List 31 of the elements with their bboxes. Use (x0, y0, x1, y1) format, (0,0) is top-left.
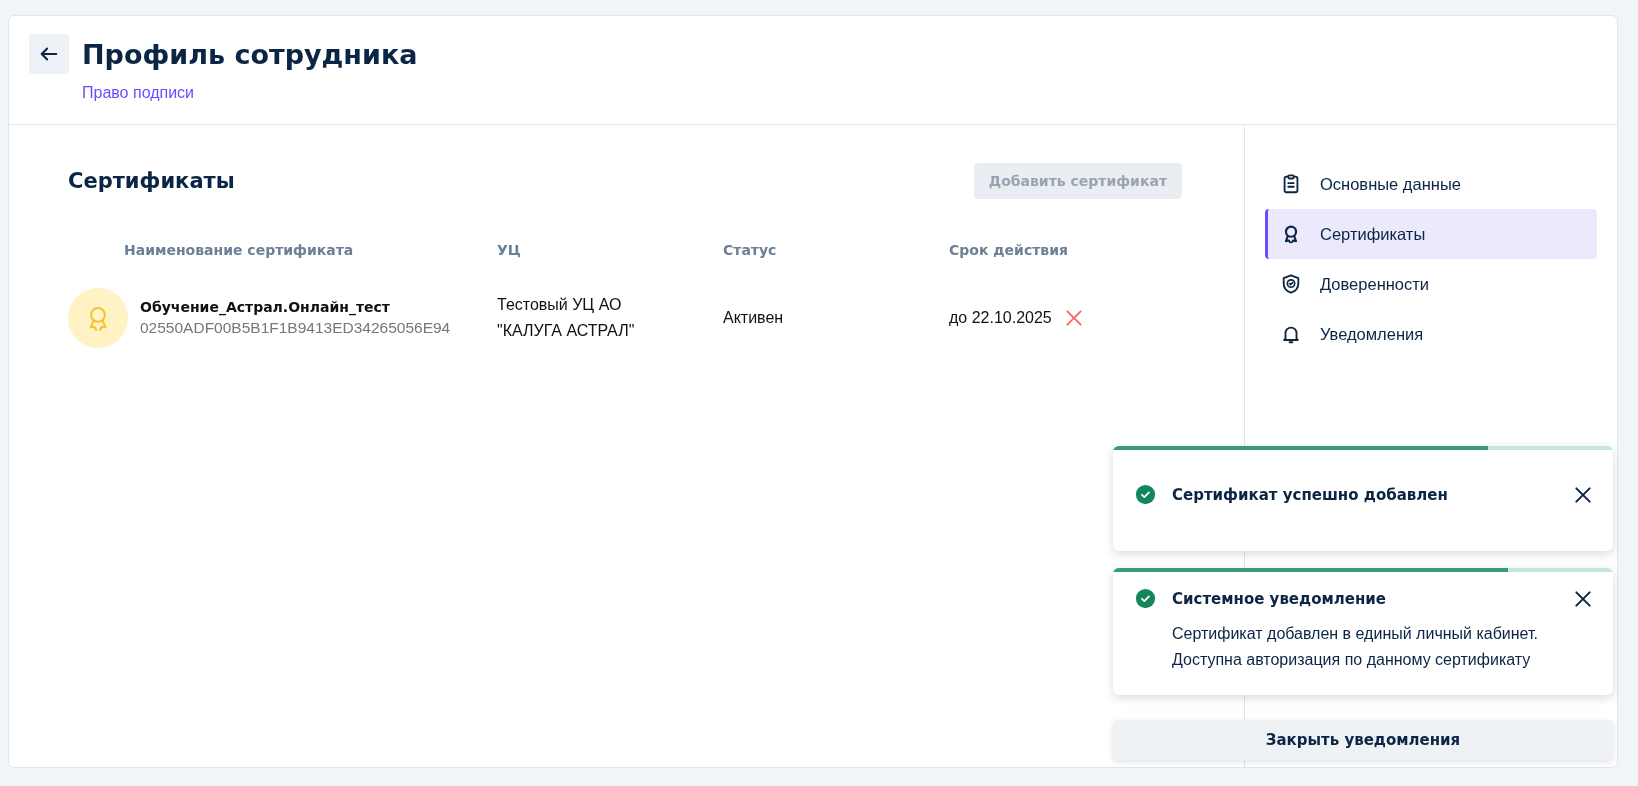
page-title: Профиль сотрудника (82, 38, 418, 70)
close-button[interactable] (1573, 484, 1593, 505)
delete-button[interactable] (1063, 308, 1084, 328)
column-header: Статус (723, 241, 778, 260)
check-circle-icon (1135, 484, 1156, 505)
sidebar-item[interactable]: Сертификаты (1265, 209, 1597, 259)
column-header: Срок действия (949, 241, 1069, 260)
notification-title: Системное уведомление (1172, 589, 1387, 608)
notification-title: Сертификат успешно добавлен (1172, 485, 1449, 504)
subtitle-link[interactable]: Право подписи (82, 84, 195, 102)
column-header: Наименование сертификата (123, 241, 355, 260)
shield-check-icon (1280, 273, 1302, 295)
issuer-text: Тестовый УЦ АО (497, 296, 623, 314)
check-circle-icon (1135, 588, 1156, 609)
expiry-text: до 22.10.2025 (949, 309, 1052, 327)
back-button[interactable] (29, 34, 69, 74)
sidebar-item[interactable]: Основные данные (1265, 159, 1597, 209)
close-button[interactable] (1573, 588, 1593, 609)
certificate-name: Обучение_Астрал.Онлайн_тест (140, 299, 391, 315)
certificate-serial: 02550ADF00B5B1F1B9413ED34265056E94 (140, 319, 451, 337)
column-header: УЦ (497, 241, 522, 260)
cross-icon (1063, 308, 1084, 328)
sidebar-item[interactable]: Доверенности (1265, 259, 1597, 309)
close-notifications-button[interactable]: Закрыть уведомления (1113, 720, 1613, 760)
sidebar-item[interactable]: Уведомления (1265, 309, 1597, 359)
notification-message: Сертификат добавлен в единый личный кабинет. Доступна авторизация по данному сертификату (1172, 624, 1539, 670)
issuer-text: "КАЛУГА АСТРАЛ" (497, 322, 635, 340)
close-icon (1573, 588, 1593, 609)
section-title: Сертификаты (68, 169, 235, 193)
status-text: Активен (723, 309, 784, 327)
close-icon (1573, 484, 1593, 505)
